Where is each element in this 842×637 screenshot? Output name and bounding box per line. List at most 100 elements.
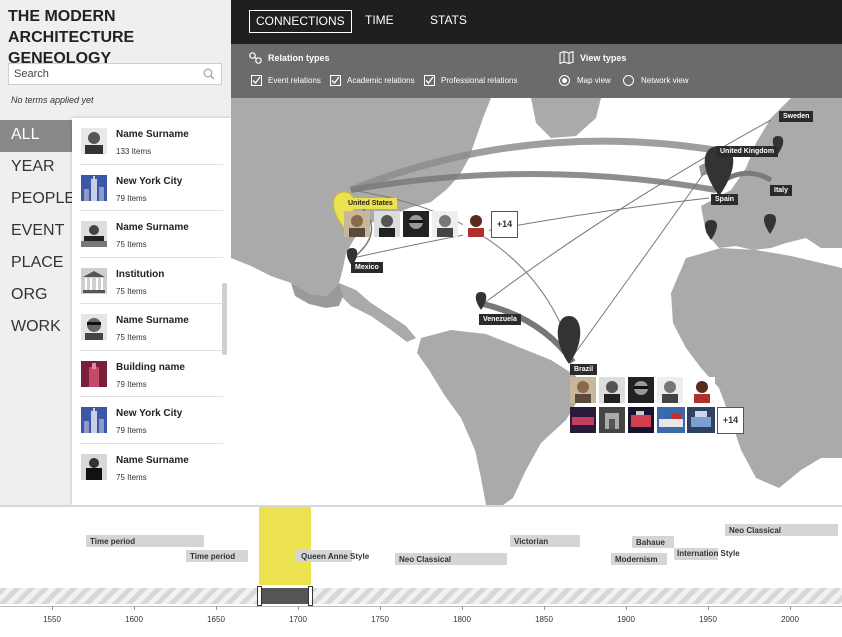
person-photo[interactable]	[403, 211, 429, 237]
person-photo[interactable]	[570, 377, 596, 403]
list-item-count: 133 Items	[116, 147, 152, 156]
search-input[interactable]	[9, 64, 189, 84]
filter-bar: Relation types Event relations Academic …	[231, 44, 842, 98]
list-item[interactable]: Name Surname 75 Items	[80, 304, 223, 351]
map-icon	[559, 51, 574, 64]
country-label-mexico[interactable]: Mexico	[351, 262, 383, 273]
top-nav: CONNECTIONS TIME STATS	[231, 0, 842, 44]
tab-time[interactable]: TIME	[359, 10, 400, 33]
list-item-count: 79 Items	[116, 426, 147, 435]
checkbox-icon[interactable]	[330, 75, 341, 86]
axis-label: 1600	[125, 615, 143, 624]
radio-map-view[interactable]	[559, 75, 570, 86]
city-photo	[81, 407, 107, 433]
building-photo[interactable]	[599, 407, 625, 433]
view-option[interactable]: Network view	[641, 76, 689, 85]
axis-label: 1900	[617, 615, 635, 624]
axis-tick	[462, 606, 463, 610]
more-people-button[interactable]: +14	[491, 211, 518, 238]
list-item[interactable]: Name Surname 75 Items	[80, 444, 223, 491]
brush-handle-left[interactable]	[257, 586, 262, 606]
list-item-name: Name Surname	[116, 454, 189, 466]
facet-work[interactable]: WORK	[0, 312, 72, 344]
tab-stats[interactable]: STATS	[424, 10, 473, 33]
search-icon[interactable]	[203, 68, 215, 80]
list-item-count: 79 Items	[116, 193, 147, 203]
building-photo[interactable]	[628, 407, 654, 433]
person-photo[interactable]	[657, 377, 683, 403]
list-item[interactable]: Institution 75 Items	[80, 258, 223, 304]
person-photo[interactable]	[344, 211, 370, 237]
person-photo[interactable]	[689, 377, 715, 403]
axis-label: 1800	[453, 615, 471, 624]
radio-network-view[interactable]	[623, 75, 634, 86]
person-photo	[81, 221, 107, 247]
relation-option[interactable]: Professional relations	[441, 76, 517, 85]
list-item-count: 75 Items	[116, 286, 147, 296]
person-photo[interactable]	[628, 377, 654, 403]
facet-event[interactable]: EVENT	[0, 216, 72, 248]
list-item[interactable]: Name Surname 75 Items	[80, 211, 223, 258]
checkbox-icon[interactable]	[251, 75, 262, 86]
person-photo[interactable]	[374, 211, 400, 237]
list-item-count: 75 Items	[116, 240, 147, 249]
timeline: Time period Time period Queen Anne Style…	[0, 505, 842, 637]
person-photo	[81, 314, 107, 340]
building-photo[interactable]	[570, 407, 596, 433]
period-label: Neo Classical	[729, 526, 782, 535]
tab-connections[interactable]: CONNECTIONS	[249, 10, 352, 33]
relation-option[interactable]: Academic relations	[347, 76, 415, 85]
facet-place[interactable]: PLACE	[0, 248, 72, 280]
timeline-track[interactable]	[0, 588, 842, 604]
relation-types-title: Relation types	[268, 53, 330, 63]
view-option[interactable]: Map view	[577, 76, 611, 85]
axis-label: 1950	[699, 615, 717, 624]
facet-year[interactable]: YEAR	[0, 152, 72, 184]
facet-org[interactable]: ORG	[0, 280, 72, 312]
country-label-spain[interactable]: Spain	[711, 194, 739, 205]
timeline-axis	[0, 606, 842, 607]
relation-option[interactable]: Event relations	[268, 76, 321, 85]
building-photo[interactable]	[657, 407, 685, 433]
checkbox-icon[interactable]	[424, 75, 435, 86]
axis-tick	[380, 606, 381, 610]
more-works-button[interactable]: +14	[717, 407, 744, 434]
country-label-venezuela[interactable]: Venezuela	[479, 314, 521, 325]
person-photo	[81, 453, 107, 480]
list-item-count: 75 Items	[116, 333, 147, 342]
country-label-united-states[interactable]: United States	[344, 198, 397, 209]
period-label: Bahaue	[636, 538, 665, 547]
list-item[interactable]: Building name 79 Items	[80, 351, 223, 397]
list-item-name: New York City	[116, 408, 183, 419]
axis-tick	[298, 606, 299, 610]
person-photo[interactable]	[599, 377, 625, 403]
list-item[interactable]: New York City 79 Items	[80, 165, 223, 211]
period-label: Neo Classical	[399, 555, 452, 564]
person-photo[interactable]	[463, 211, 489, 237]
period-label: Time period	[90, 537, 136, 546]
axis-label: 2000	[781, 615, 799, 624]
country-label-brazil[interactable]: Brazil	[570, 364, 598, 375]
timeline-brush[interactable]	[259, 588, 311, 604]
axis-label: 1650	[207, 615, 225, 624]
period-label: Queen Anne Style	[301, 552, 370, 561]
building-photo	[81, 360, 107, 387]
list-item[interactable]: Name Surname 133 Items	[80, 118, 223, 165]
period-label: Victorian	[514, 537, 549, 546]
app-title-line1: THE MODERN	[8, 8, 116, 25]
axis-label: 1850	[535, 615, 553, 624]
list-item[interactable]: New York City 79 Items	[80, 397, 223, 444]
country-label-italy[interactable]: Italy	[770, 185, 793, 196]
list-item-name: Name Surname	[116, 129, 189, 140]
axis-label: 1750	[371, 615, 389, 624]
country-label-united-kingdom[interactable]: United Kingdom	[716, 146, 779, 157]
building-photo[interactable]	[687, 407, 715, 433]
country-label-sweden[interactable]: Sweden	[779, 111, 814, 122]
person-photo[interactable]	[432, 211, 458, 237]
brush-handle-right[interactable]	[308, 586, 313, 606]
result-list: Name Surname 133 Items New York City 79 …	[72, 118, 231, 505]
world-map[interactable]	[231, 98, 842, 505]
facet-people[interactable]: PEOPLE	[0, 184, 75, 216]
list-scrollbar[interactable]	[222, 283, 227, 355]
facet-all[interactable]: ALL	[0, 120, 72, 152]
